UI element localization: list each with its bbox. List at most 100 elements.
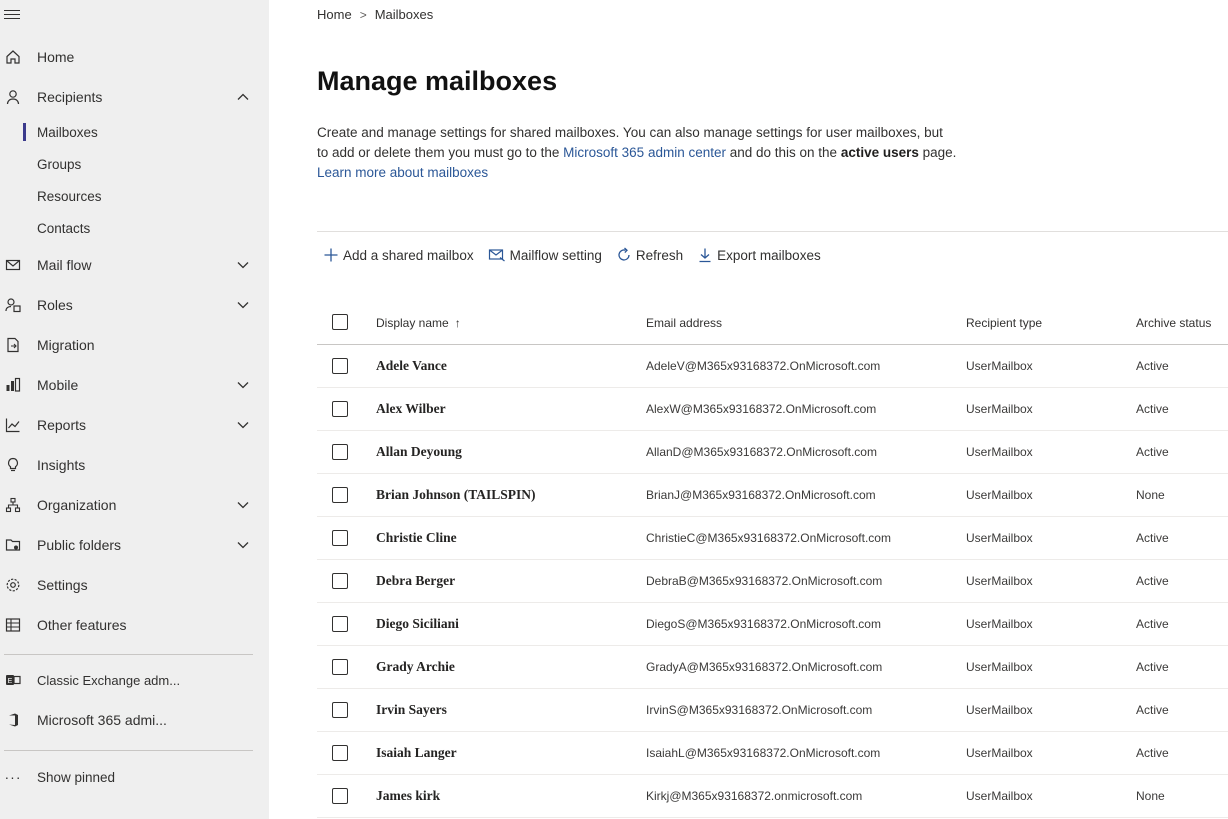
mailbox-recipient-type: UserMailbox: [966, 660, 1033, 674]
nav-subitem-resources[interactable]: Resources: [0, 182, 269, 210]
column-header-email[interactable]: Email address: [646, 302, 722, 344]
mailbox-display-name[interactable]: James kirk: [376, 775, 440, 817]
left-navigation: Home Recipients Mailboxes Groups Resourc…: [0, 0, 269, 819]
button-label: Mailflow setting: [509, 247, 602, 263]
m365-admin-center-link[interactable]: Microsoft 365 admin center: [563, 145, 726, 160]
row-checkbox[interactable]: [332, 702, 348, 718]
table-row[interactable]: Diego Siciliani DiegoS@M365x93168372.OnMi…: [317, 603, 1228, 646]
row-checkbox[interactable]: [332, 444, 348, 460]
mailbox-recipient-type: UserMailbox: [966, 746, 1033, 760]
row-checkbox[interactable]: [332, 745, 348, 761]
chevron-down-icon[interactable]: [236, 258, 250, 272]
nav-item-insights[interactable]: Insights: [0, 450, 269, 480]
chevron-up-icon[interactable]: [236, 90, 250, 104]
row-checkbox[interactable]: [332, 530, 348, 546]
column-header-archive-status[interactable]: Archive status: [1136, 302, 1211, 344]
breadcrumb: Home > Mailboxes: [317, 7, 433, 22]
mobile-icon: [4, 376, 22, 394]
nav-item-mobile[interactable]: Mobile: [0, 370, 269, 400]
nav-item-organization[interactable]: Organization: [0, 490, 269, 520]
show-pinned-button[interactable]: ··· Show pinned: [0, 762, 269, 792]
mailbox-display-name[interactable]: Isaiah Langer: [376, 732, 457, 774]
row-checkbox[interactable]: [332, 401, 348, 417]
mailbox-display-name[interactable]: Adele Vance: [376, 345, 447, 387]
nav-item-settings[interactable]: Settings: [0, 570, 269, 600]
nav-item-roles[interactable]: Roles: [0, 290, 269, 320]
add-shared-mailbox-button[interactable]: Add a shared mailbox: [323, 244, 474, 266]
mailbox-display-name[interactable]: Alex Wilber: [376, 388, 446, 430]
mailbox-email: ChristieC@M365x93168372.OnMicrosoft.com: [646, 531, 891, 545]
nav-label: Settings: [37, 577, 88, 593]
download-icon: [699, 248, 711, 263]
table-row[interactable]: Grady Archie GradyA@M365x93168372.OnMicro…: [317, 646, 1228, 689]
nav-item-recipients[interactable]: Recipients: [0, 82, 269, 112]
person-icon: [4, 88, 22, 106]
nav-subitem-contacts[interactable]: Contacts: [0, 214, 269, 242]
nav-item-reports[interactable]: Reports: [0, 410, 269, 440]
mailbox-display-name[interactable]: Diego Siciliani: [376, 603, 459, 645]
nav-item-migration[interactable]: Migration: [0, 330, 269, 360]
table-icon: [4, 616, 22, 634]
svg-text:E: E: [8, 678, 13, 685]
mailbox-display-name[interactable]: Debra Berger: [376, 560, 455, 602]
nav-item-other-features[interactable]: Other features: [0, 610, 269, 640]
mailbox-email: AlexW@M365x93168372.OnMicrosoft.com: [646, 402, 877, 416]
nav-link-m365-admin[interactable]: Microsoft 365 admi...: [0, 705, 269, 735]
chevron-down-icon[interactable]: [236, 538, 250, 552]
row-checkbox[interactable]: [332, 573, 348, 589]
mail-settings-icon: [488, 249, 505, 262]
nav-item-public-folders[interactable]: Public folders: [0, 530, 269, 560]
nav-label: Show pinned: [37, 769, 116, 785]
mailbox-recipient-type: UserMailbox: [966, 488, 1033, 502]
table-row[interactable]: Irvin Sayers IrvinS@M365x93168372.OnMicro…: [317, 689, 1228, 732]
row-checkbox[interactable]: [332, 788, 348, 804]
mailbox-display-name[interactable]: Christie Cline: [376, 517, 457, 559]
mailbox-recipient-type: UserMailbox: [966, 359, 1033, 373]
nav-item-mail-flow[interactable]: Mail flow: [0, 250, 269, 280]
chevron-down-icon[interactable]: [236, 418, 250, 432]
row-checkbox[interactable]: [332, 659, 348, 675]
row-checkbox[interactable]: [332, 487, 348, 503]
column-header-recipient-type[interactable]: Recipient type: [966, 302, 1042, 344]
breadcrumb-home-link[interactable]: Home: [317, 7, 352, 22]
mailflow-setting-button[interactable]: Mailflow setting: [488, 244, 602, 266]
mailbox-archive-status: Active: [1136, 531, 1169, 545]
row-checkbox[interactable]: [332, 616, 348, 632]
column-header-display-name[interactable]: Display name ↑: [376, 302, 461, 344]
nav-label: Mailboxes: [37, 124, 98, 140]
chevron-down-icon[interactable]: [236, 298, 250, 312]
table-row[interactable]: Isaiah Langer IsaiahL@M365x93168372.OnMic…: [317, 732, 1228, 775]
nav-label: Contacts: [37, 220, 91, 236]
mailbox-recipient-type: UserMailbox: [966, 703, 1033, 717]
select-all-checkbox[interactable]: [332, 314, 348, 330]
row-checkbox[interactable]: [332, 358, 348, 374]
nav-link-classic-exchange[interactable]: E Classic Exchange adm...: [0, 665, 269, 695]
mailbox-display-name[interactable]: Allan Deyoung: [376, 431, 462, 473]
table-row[interactable]: Allan Deyoung AllanD@M365x93168372.OnMicr…: [317, 431, 1228, 474]
mailbox-display-name[interactable]: Grady Archie: [376, 646, 455, 688]
table-row[interactable]: Alex Wilber AlexW@M365x93168372.OnMicroso…: [317, 388, 1228, 431]
organization-icon: [4, 496, 22, 514]
chevron-down-icon[interactable]: [236, 498, 250, 512]
nav-item-home[interactable]: Home: [0, 42, 269, 72]
export-mailboxes-button[interactable]: Export mailboxes: [697, 244, 821, 266]
description-text: and do this on the: [725, 145, 841, 160]
sidebar-divider: [4, 654, 253, 655]
refresh-button[interactable]: Refresh: [616, 244, 683, 266]
table-row[interactable]: Adele Vance AdeleV@M365x93168372.OnMicros…: [317, 345, 1228, 388]
table-row[interactable]: Christie Cline ChristieC@M365x93168372.On…: [317, 517, 1228, 560]
nav-subitem-groups[interactable]: Groups: [0, 150, 269, 178]
nav-subitem-mailboxes[interactable]: Mailboxes: [0, 118, 269, 146]
table-row[interactable]: Debra Berger DebraB@M365x93168372.OnMicro…: [317, 560, 1228, 603]
page-description: Create and manage settings for shared ma…: [317, 123, 957, 183]
migration-icon: [4, 336, 22, 354]
chevron-down-icon[interactable]: [236, 378, 250, 392]
mailbox-display-name[interactable]: Irvin Sayers: [376, 689, 447, 731]
table-row[interactable]: James kirk Kirkj@M365x93168372.onmicrosof…: [317, 775, 1228, 818]
mailbox-display-name[interactable]: Brian Johnson (TAILSPIN): [376, 474, 536, 516]
mail-icon: [4, 256, 22, 274]
mailbox-recipient-type: UserMailbox: [966, 531, 1033, 545]
table-row[interactable]: Brian Johnson (TAILSPIN) BrianJ@M365x9316…: [317, 474, 1228, 517]
hamburger-menu-icon[interactable]: [4, 10, 20, 22]
learn-more-link[interactable]: Learn more about mailboxes: [317, 165, 488, 180]
